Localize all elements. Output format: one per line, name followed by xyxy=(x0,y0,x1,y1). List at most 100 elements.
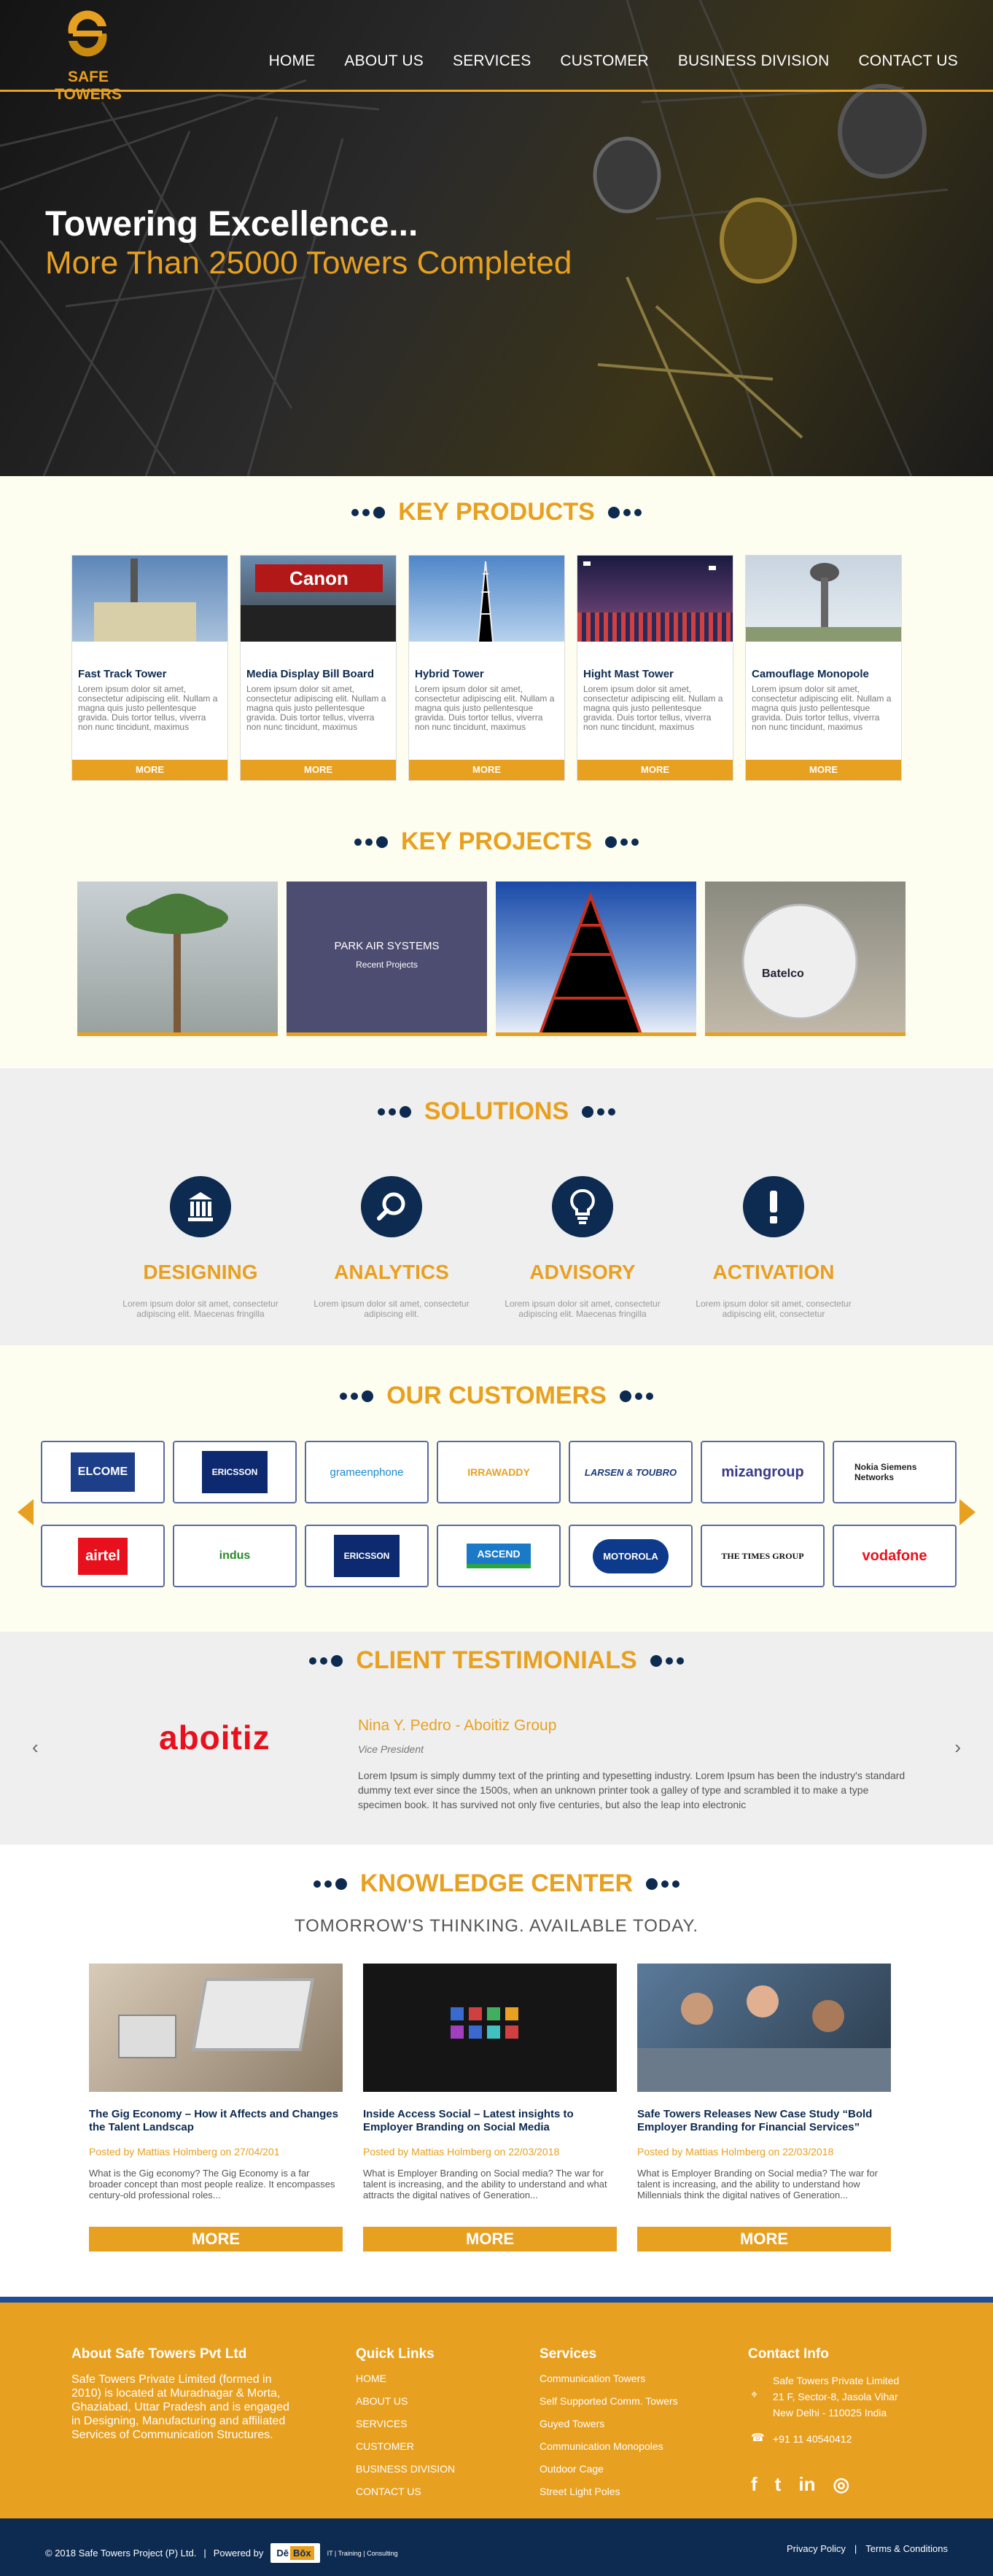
billboard-text: Canon xyxy=(255,564,383,592)
article-excerpt: What is Employer Branding on Social medi… xyxy=(637,2168,878,2201)
solution-item[interactable]: ACTIVATION Lorem ipsum dolor sit amet, c… xyxy=(690,1176,857,1319)
product-image xyxy=(577,556,733,642)
logo[interactable]: SAFE TOWERS xyxy=(34,7,143,103)
section-title: KEY PROJECTS xyxy=(0,828,993,856)
privacy-policy-link[interactable]: Privacy Policy xyxy=(787,2543,846,2554)
article-title[interactable]: The Gig Economy – How it Affects and Cha… xyxy=(89,2108,343,2136)
footer-service-link[interactable]: Self Supported Comm. Towers xyxy=(540,2395,678,2407)
footer-service-link[interactable]: Communication Monopoles xyxy=(540,2440,678,2452)
testimonials-section: CLIENT TESTIMONIALS ‹ › aboitiz Nina Y. … xyxy=(0,1632,993,1845)
solution-item[interactable]: ANALYTICS Lorem ipsum dolor sit amet, co… xyxy=(308,1176,475,1319)
article-title[interactable]: Safe Towers Releases New Case Study “Bol… xyxy=(637,2108,891,2136)
more-button[interactable]: MORE xyxy=(241,760,396,780)
solution-description: Lorem ipsum dolor sit amet, consectetur … xyxy=(696,1299,852,1319)
nav-services[interactable]: SERVICES xyxy=(438,52,545,70)
twitter-icon[interactable]: t xyxy=(775,2473,782,2496)
lattice-tower-image xyxy=(539,892,642,1032)
footer-contact-title: Contact Info xyxy=(748,2346,829,2362)
customer-logo-irrawaddy[interactable]: IRRAWADDY xyxy=(437,1441,561,1503)
powered-by-label: Powered by xyxy=(213,2548,264,2559)
nav-about-us[interactable]: ABOUT US xyxy=(330,52,438,70)
customer-logo-indus[interactable]: indus xyxy=(173,1525,297,1587)
footer-service-link[interactable]: Guyed Towers xyxy=(540,2418,678,2429)
section-title-text: KNOWLEDGE CENTER xyxy=(360,1869,633,1897)
footer-link-business[interactable]: BUSINESS DIVISION xyxy=(356,2463,455,2475)
top-navigation: SAFE TOWERS HOME ABOUT US SERVICES CUSTO… xyxy=(0,0,993,103)
customer-logo-airtel[interactable]: airtel xyxy=(41,1525,165,1587)
footer-phone: ☎ +91 11 40540412 xyxy=(751,2432,852,2445)
footer-link-services[interactable]: SERVICES xyxy=(356,2418,455,2429)
customer-logo-elcome[interactable]: ELCOME xyxy=(41,1441,165,1503)
solution-name: ADVISORY xyxy=(529,1261,636,1283)
carousel-next-arrow-icon[interactable] xyxy=(959,1499,976,1525)
more-button[interactable]: MORE xyxy=(637,2227,891,2252)
footer-service-link[interactable]: Communication Towers xyxy=(540,2373,678,2384)
dots-decoration-icon xyxy=(607,506,642,518)
powered-by-logo[interactable]: Dē Bōx xyxy=(270,2543,320,2563)
dots-decoration-icon xyxy=(354,836,388,848)
article-card: The Gig Economy – How it Affects and Cha… xyxy=(89,1964,343,2252)
instagram-icon[interactable]: ◎ xyxy=(833,2473,849,2496)
more-button[interactable]: MORE xyxy=(577,760,733,780)
footer-service-link[interactable]: Street Light Poles xyxy=(540,2486,678,2497)
footer-contact: Contact Info ⌖ Safe Towers Private Limit… xyxy=(748,2346,899,2496)
dots-decoration-icon xyxy=(314,1877,347,1890)
project-card[interactable] xyxy=(496,882,696,1036)
testimonial-next-chevron-icon[interactable]: › xyxy=(954,1736,961,1759)
customer-logo-nokia-siemens[interactable]: Nokia Siemens Networks xyxy=(833,1441,957,1503)
customer-logo-larsen-toubro[interactable]: LARSEN & TOUBRO xyxy=(569,1441,693,1503)
solution-description: Lorem ipsum dolor sit amet, consectetur … xyxy=(314,1299,470,1319)
project-card[interactable]: Batelco xyxy=(705,882,906,1036)
customer-logo-grameenphone[interactable]: grameenphone xyxy=(305,1441,429,1503)
powered-by-tagline: IT | Training | Consulting xyxy=(327,2549,398,2557)
article-title[interactable]: Inside Access Social – Latest insights t… xyxy=(363,2108,617,2136)
customer-logo-vodafone[interactable]: vodafone xyxy=(833,1525,957,1587)
footer-about-title: About Safe Towers Pvt Ltd xyxy=(71,2346,247,2362)
more-button[interactable]: MORE xyxy=(89,2227,343,2252)
footer-link-about[interactable]: ABOUT US xyxy=(356,2395,455,2407)
customer-logo-mizangroup[interactable]: mizangroup xyxy=(701,1441,825,1503)
nav-customer[interactable]: CUSTOMER xyxy=(545,52,663,70)
more-button[interactable]: MORE xyxy=(746,760,901,780)
solution-description: Lorem ipsum dolor sit amet, consectetur … xyxy=(505,1299,661,1319)
nav-contact-us[interactable]: CONTACT US xyxy=(844,52,973,70)
footer-link-customer[interactable]: CUSTOMER xyxy=(356,2440,455,2452)
project-overlay-title: PARK AIR SYSTEMS xyxy=(334,940,440,952)
project-card[interactable]: PARK AIR SYSTEMS Recent Projects xyxy=(287,882,487,1036)
terms-conditions-link[interactable]: Terms & Conditions xyxy=(865,2543,948,2554)
project-card[interactable] xyxy=(77,882,278,1036)
more-button[interactable]: MORE xyxy=(409,760,564,780)
solution-name: DESIGNING xyxy=(143,1261,258,1283)
search-icon xyxy=(361,1176,422,1237)
customer-logo-motorola[interactable]: MOTOROLA xyxy=(569,1525,693,1587)
footer-link-contact[interactable]: CONTACT US xyxy=(356,2486,455,2497)
customer-logo-ascend[interactable]: ASCEND xyxy=(437,1525,561,1587)
dots-decoration-icon xyxy=(309,1654,343,1667)
footer-service-link[interactable]: Outdoor Cage xyxy=(540,2463,678,2475)
nav-home[interactable]: HOME xyxy=(254,52,330,70)
section-title: KEY PRODUCTS xyxy=(0,498,993,526)
facebook-icon[interactable]: f xyxy=(751,2473,758,2496)
linkedin-icon[interactable]: in xyxy=(798,2473,815,2496)
product-name: Media Display Bill Board xyxy=(246,668,375,680)
carousel-prev-arrow-icon[interactable] xyxy=(17,1499,34,1525)
dots-decoration-icon xyxy=(646,1877,679,1890)
product-name: Fast Track Tower xyxy=(78,668,167,680)
sphere-label: Batelco xyxy=(762,968,804,980)
testimonial-text: Lorem Ipsum is simply dummy text of the … xyxy=(358,1770,906,1810)
solution-item[interactable]: ADVISORY Lorem ipsum dolor sit amet, con… xyxy=(499,1176,666,1319)
product-list: Fast Track Tower Lorem ipsum dolor sit a… xyxy=(71,555,902,781)
testimonial-prev-chevron-icon[interactable]: ‹ xyxy=(32,1736,39,1759)
customer-logo-ericsson[interactable]: ERICSSON xyxy=(173,1441,297,1503)
copyright-text: © 2018 Safe Towers Project (P) Ltd. xyxy=(45,2548,197,2559)
customer-logo-times-group[interactable]: THE TIMES GROUP xyxy=(701,1525,825,1587)
solution-item[interactable]: DESIGNING Lorem ipsum dolor sit amet, co… xyxy=(117,1176,284,1319)
footer-link-home[interactable]: HOME xyxy=(356,2373,455,2384)
more-button[interactable]: MORE xyxy=(363,2227,617,2252)
customer-logo-ericsson-2[interactable]: ERICSSON xyxy=(305,1525,429,1587)
nav-business-division[interactable]: BUSINESS DIVISION xyxy=(663,52,844,70)
product-description: Lorem ipsum dolor sit amet, consectetur … xyxy=(583,685,723,733)
more-button[interactable]: MORE xyxy=(72,760,227,780)
product-name: Hight Mast Tower xyxy=(583,668,674,680)
lightbulb-icon xyxy=(552,1176,613,1237)
